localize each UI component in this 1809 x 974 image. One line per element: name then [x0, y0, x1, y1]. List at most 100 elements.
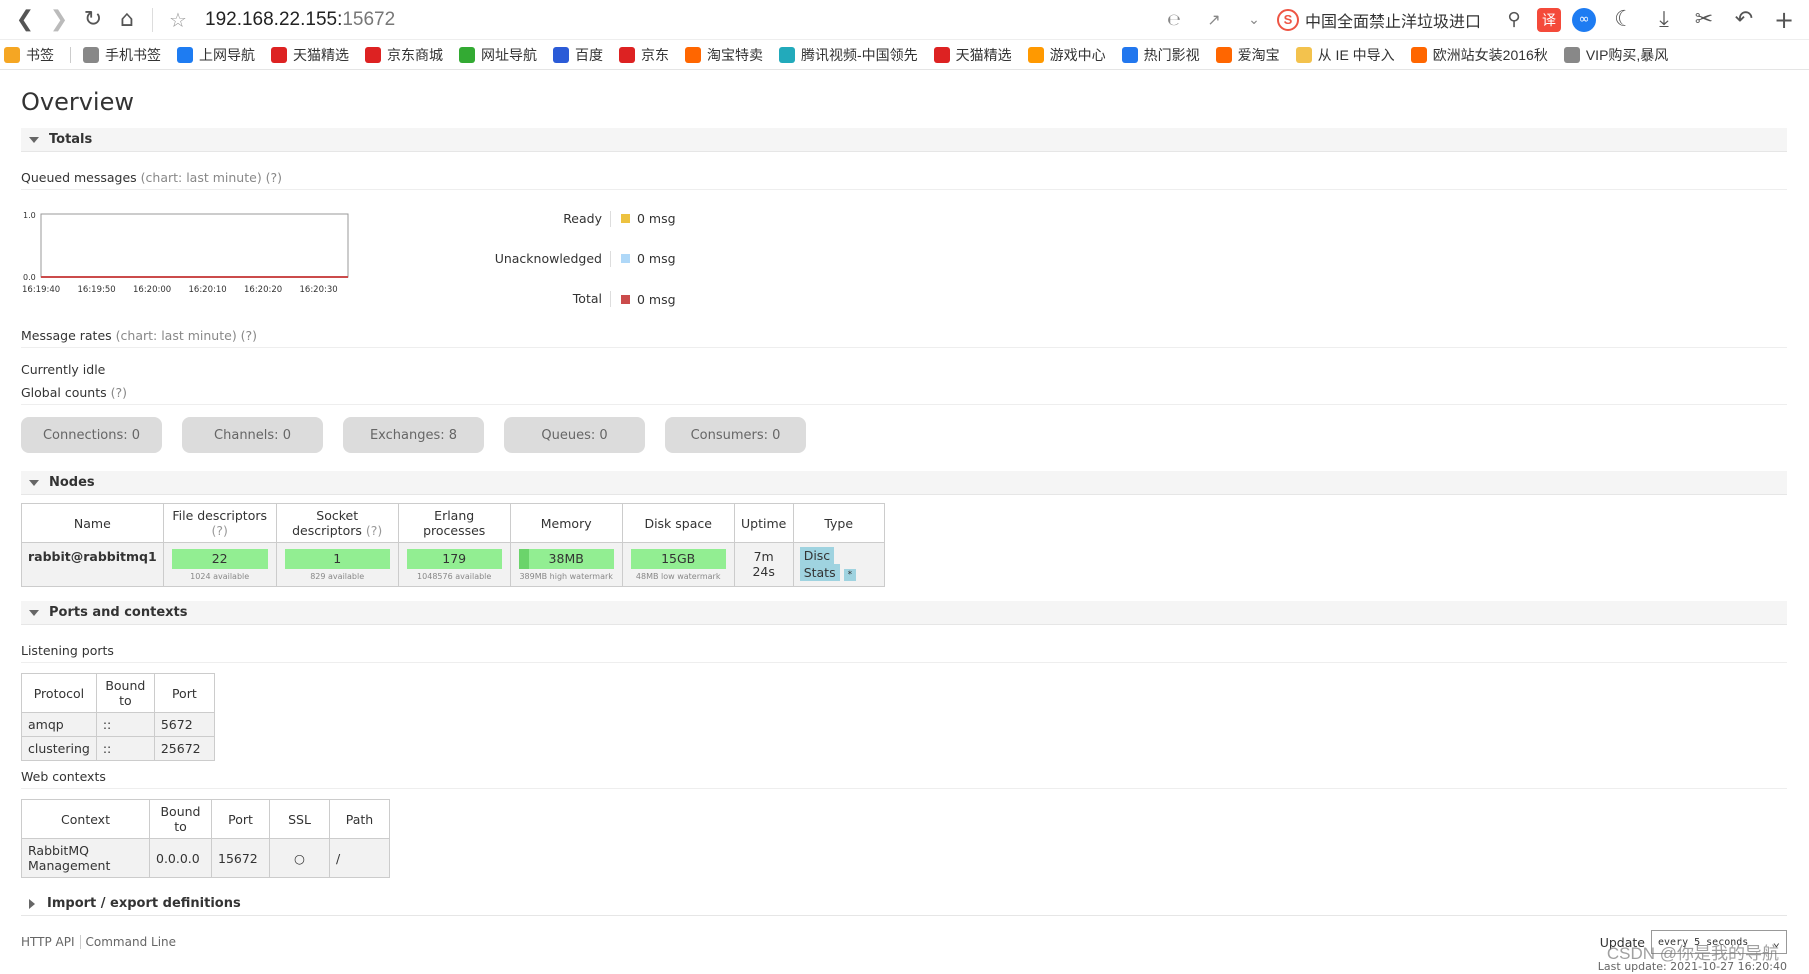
bookmark-item[interactable]: 书签 [4, 45, 54, 65]
bookmark-label: 上网导航 [199, 46, 255, 63]
bookmark-item[interactable]: 爱淘宝 [1215, 45, 1280, 65]
bookmark-item[interactable]: 天猫精选 [271, 45, 349, 65]
bookmark-label: 热门影视 [1143, 46, 1200, 63]
memory-bar: 38MB [518, 549, 614, 569]
col-uptime: Uptime [733, 503, 794, 543]
disc-badge: Disc [799, 547, 835, 564]
back-icon[interactable]: ❮ [8, 3, 42, 37]
bookmark-item[interactable]: 京东商城 [365, 45, 443, 65]
global-counts-label: Global counts [21, 385, 107, 400]
bookmark-item[interactable]: VIP购买,暴风 [1563, 45, 1668, 65]
table-row: clustering:: 25672 [21, 736, 215, 761]
bookmark-item[interactable]: 上网导航 [177, 45, 255, 65]
bookmark-item[interactable]: 淘宝特卖 [685, 45, 763, 65]
nodes-table: Name File descriptors (?) Socket descrip… [21, 503, 885, 587]
http-api-link[interactable]: HTTP API [21, 935, 75, 949]
x-tick-label: 16:20:20 [244, 285, 282, 295]
download-icon[interactable]: ⤓ [1647, 3, 1681, 37]
message-rates-hint[interactable]: (chart: last minute) (?) [116, 328, 257, 343]
collapse-triangle-icon [29, 479, 39, 486]
queued-messages-hint[interactable]: (chart: last minute) (?) [141, 170, 282, 185]
overview-page: Overview Totals Queued messages (chart: … [0, 88, 1809, 973]
bookmark-item[interactable]: 京东 [619, 45, 669, 65]
bookmark-star-icon[interactable]: ☆ [161, 3, 195, 37]
bookmark-item[interactable]: 腾讯视频-中国领先 [779, 45, 918, 65]
totals-label: Totals [49, 132, 93, 147]
collapse-triangle-icon [29, 609, 39, 616]
bookmark-label: 天猫精选 [955, 46, 1012, 63]
table-cell: :: [95, 712, 155, 737]
bookmark-item[interactable]: 手机书签 [83, 45, 161, 65]
listening-ports-table: Protocol Bound to Port amqp:: 5672 clustering… [21, 673, 215, 761]
infinity-icon[interactable]: ∞ [1567, 3, 1601, 37]
scissors-icon[interactable]: ✂ [1687, 3, 1721, 37]
search-icon[interactable]: ⚲ [1497, 3, 1531, 37]
x-tick-label: 16:20:00 [133, 285, 171, 295]
ports-section-header[interactable]: Ports and contexts [21, 601, 1787, 625]
url-host: 192.168.22.155: [205, 8, 343, 30]
baidu-icon [553, 46, 569, 63]
bookmark-label: 网址导航 [481, 46, 537, 63]
forward-icon[interactable]: ❯ [42, 3, 76, 37]
ports-label: Ports and contexts [49, 605, 188, 620]
undo-icon[interactable]: ↶ [1727, 3, 1761, 37]
page-title: Overview [21, 88, 134, 116]
chevron-down-icon[interactable]: ⌄ [1237, 3, 1271, 37]
home-icon[interactable]: ⌂ [110, 3, 144, 37]
jd-icon [619, 46, 635, 63]
night-mode-icon[interactable]: ☾ [1607, 3, 1641, 37]
sd-cell: 1 829 available [275, 542, 399, 587]
ie-mode-icon[interactable]: ℮ [1157, 3, 1191, 37]
col-name: Name [21, 503, 164, 543]
fd-sub: 1024 available [190, 572, 250, 581]
col-file-descriptors: File descriptors (?) [162, 503, 277, 543]
global-count-button[interactable]: Queues: 0 [504, 417, 645, 453]
bookmark-item[interactable]: 网址导航 [459, 45, 537, 65]
ep-bar: 179 [406, 549, 502, 569]
star-icon [4, 46, 20, 63]
type-cell: DiscStats * [792, 542, 885, 587]
global-count-button[interactable]: Channels: 0 [182, 417, 323, 453]
reload-icon[interactable]: ↻ [76, 3, 110, 37]
global-counts-hint[interactable]: (?) [111, 385, 127, 400]
video-icon [1121, 46, 1138, 63]
table-header: Bound to [149, 799, 212, 839]
col-disk-space: Disk space [621, 503, 735, 543]
totals-section-header[interactable]: Totals [21, 128, 1787, 152]
table-cell: :: [95, 736, 155, 761]
table-header-row: Protocol Bound to Port [21, 673, 215, 713]
command-line-link[interactable]: Command Line [86, 935, 177, 949]
global-count-button[interactable]: Exchanges: 8 [343, 417, 484, 453]
bookmark-item[interactable]: 百度 [553, 45, 603, 65]
hao-icon [459, 46, 475, 63]
bookmark-label: 腾讯视频-中国领先 [801, 46, 918, 63]
ep-sub: 1048576 available [417, 572, 492, 581]
table-header: Port [211, 799, 270, 839]
bookmark-item[interactable]: 从 IE 中导入 [1295, 45, 1395, 65]
bookmark-item[interactable]: 欧洲站女装2016秋 [1410, 45, 1548, 65]
global-count-button[interactable]: Consumers: 0 [665, 417, 806, 453]
tencent-video-icon [779, 46, 795, 63]
news-ticker[interactable]: S 中国全面禁止洋垃圾进口 [1276, 8, 1481, 32]
col-erlang-processes: Erlang processes [397, 503, 511, 543]
table-cell: 15672 [211, 838, 270, 878]
bookmark-label: 欧洲站女装2016秋 [1432, 46, 1548, 63]
bookmark-item[interactable]: 游戏中心 [1027, 45, 1106, 65]
translate-icon[interactable]: 译 [1537, 7, 1561, 32]
import-export-section-header[interactable]: Import / export definitions [21, 892, 1787, 916]
jd-icon [365, 46, 381, 63]
bookmark-item[interactable]: 热门影视 [1121, 45, 1200, 65]
nodes-section-header[interactable]: Nodes [21, 471, 1787, 495]
bookmark-item[interactable]: 天猫精选 [933, 45, 1012, 65]
tmall-icon [271, 46, 287, 63]
y-tick-label: 0.0 [23, 273, 36, 282]
address-bar[interactable]: 192.168.22.155:15672 [205, 9, 395, 31]
global-count-button[interactable]: Connections: 0 [21, 417, 162, 453]
sd-sub: 829 available [310, 572, 365, 581]
legend-value: 0 msg [637, 211, 676, 227]
nodes-label: Nodes [49, 475, 95, 490]
new-tab-icon[interactable]: + [1767, 3, 1801, 37]
node-name-link[interactable]: rabbit@rabbitmq1 [21, 542, 164, 587]
share-icon[interactable]: ↗ [1197, 3, 1231, 37]
memory-cell: 38MB 389MB high watermark [509, 542, 623, 587]
